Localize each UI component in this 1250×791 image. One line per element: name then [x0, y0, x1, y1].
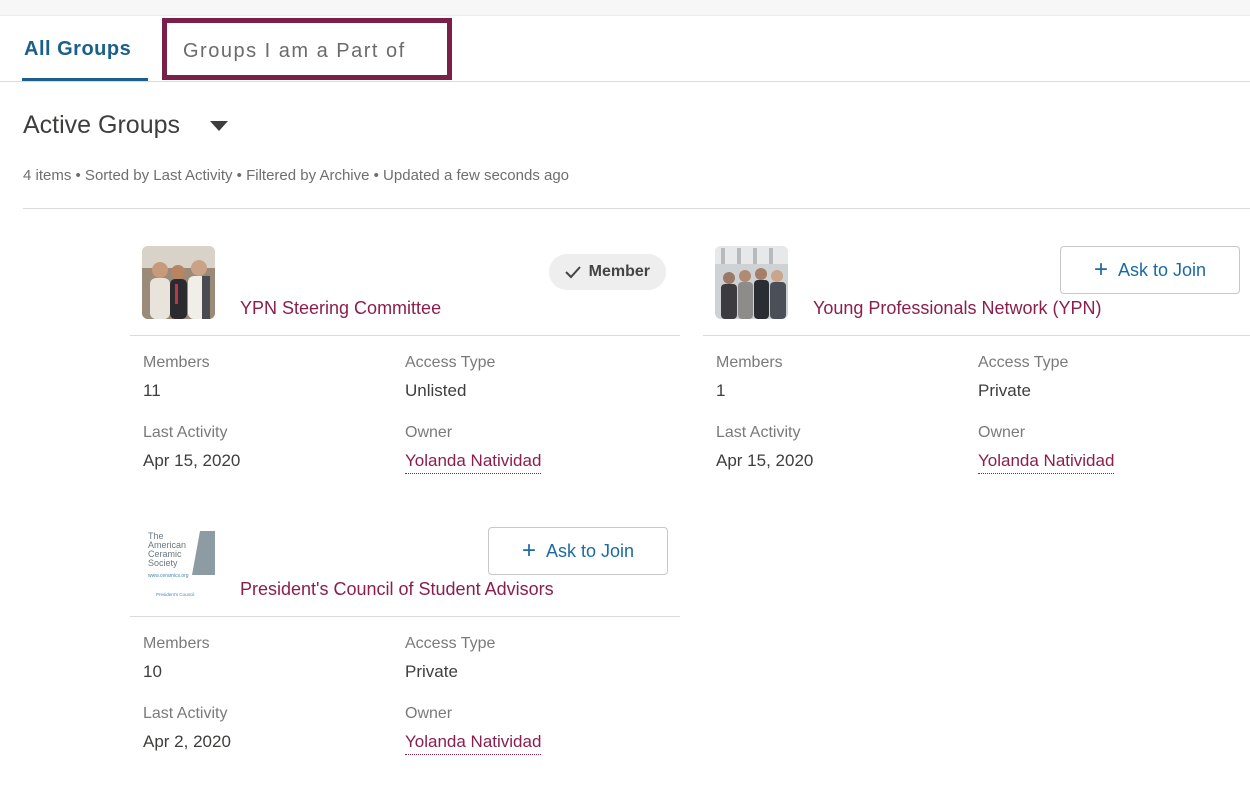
- access-type-label: Access Type: [978, 354, 1069, 371]
- ask-to-join-label: Ask to Join: [1117, 259, 1207, 280]
- owner-link[interactable]: Yolanda Natividad: [405, 451, 542, 474]
- tab-groups-i-am-part-of-label: Groups I am a Part of: [183, 40, 406, 62]
- last-activity-value: Apr 15, 2020: [143, 451, 241, 470]
- group-card-ypn-steering: YPN Steering Committee Member Members 11…: [130, 246, 680, 486]
- last-activity-field: Last Activity Apr 15, 2020: [716, 424, 813, 471]
- check-icon: [564, 266, 581, 279]
- last-activity-field: Last Activity Apr 2, 2020: [143, 705, 231, 752]
- ask-to-join-button[interactable]: + Ask to Join: [1060, 246, 1240, 294]
- member-status-badge: Member: [548, 254, 666, 290]
- tab-all-groups[interactable]: All Groups: [24, 38, 131, 61]
- members-label: Members: [716, 354, 783, 371]
- plus-icon: +: [521, 537, 536, 564]
- members-field: Members 10: [143, 635, 210, 682]
- members-value: 10: [143, 662, 162, 681]
- logo-url: www.ceramics.org: [148, 573, 189, 579]
- ask-to-join-label: Ask to Join: [545, 540, 635, 561]
- members-value: 1: [716, 381, 726, 400]
- access-type-label: Access Type: [405, 354, 496, 371]
- group-card-presidents-council: The American Ceramic Society www.ceramic…: [130, 527, 680, 767]
- last-activity-value: Apr 2, 2020: [143, 732, 231, 751]
- logo-caption: President's Council: [156, 592, 194, 597]
- group-name-link[interactable]: President's Council of Student Advisors: [240, 579, 554, 600]
- active-tab-indicator: [22, 78, 148, 81]
- last-activity-label: Last Activity: [143, 705, 228, 722]
- top-strip: [0, 0, 1250, 16]
- list-meta-info: 4 items • Sorted by Last Activity • Filt…: [23, 167, 570, 184]
- plus-icon: +: [1093, 256, 1108, 283]
- group-card-ypn: Young Professionals Network (YPN) + Ask …: [703, 246, 1250, 486]
- owner-label: Owner: [405, 705, 453, 722]
- group-name-link[interactable]: Young Professionals Network (YPN): [813, 298, 1101, 319]
- members-field: Members 1: [716, 354, 783, 401]
- group-photo: [142, 246, 215, 319]
- access-type-field: Access Type Private: [978, 354, 1068, 401]
- group-card-header: The American Ceramic Society www.ceramic…: [130, 527, 680, 617]
- list-view-title[interactable]: Active Groups: [23, 111, 180, 140]
- access-type-value: Unlisted: [405, 381, 467, 400]
- last-activity-label: Last Activity: [143, 424, 228, 441]
- members-label: Members: [143, 635, 210, 652]
- header-divider: [23, 208, 1250, 209]
- access-type-label: Access Type: [405, 635, 496, 652]
- group-photo: [715, 246, 788, 319]
- last-activity-value: Apr 15, 2020: [716, 451, 814, 470]
- access-type-field: Access Type Unlisted: [405, 354, 495, 401]
- members-label: Members: [143, 354, 210, 371]
- group-card-header: YPN Steering Committee Member: [130, 246, 680, 336]
- group-name-link[interactable]: YPN Steering Committee: [240, 298, 441, 319]
- owner-field: Owner Yolanda Natividad: [405, 424, 542, 474]
- owner-label: Owner: [978, 424, 1026, 441]
- members-field: Members 11: [143, 354, 210, 401]
- members-value: 11: [143, 381, 161, 400]
- owner-link[interactable]: Yolanda Natividad: [405, 732, 542, 755]
- owner-field: Owner Yolanda Natividad: [978, 424, 1115, 474]
- access-type-value: Private: [978, 381, 1031, 400]
- tab-groups-i-am-part-of[interactable]: Groups I am a Part of: [162, 18, 452, 80]
- access-type-field: Access Type Private: [405, 635, 495, 682]
- last-activity-label: Last Activity: [716, 424, 801, 441]
- owner-field: Owner Yolanda Natividad: [405, 705, 542, 755]
- group-logo: The American Ceramic Society www.ceramic…: [142, 527, 215, 600]
- caret-down-icon[interactable]: [210, 121, 228, 131]
- ask-to-join-button[interactable]: + Ask to Join: [488, 527, 668, 575]
- owner-link[interactable]: Yolanda Natividad: [978, 451, 1115, 474]
- member-status-label: Member: [588, 263, 650, 280]
- access-type-value: Private: [405, 662, 458, 681]
- logo-line-4: Society: [148, 558, 178, 568]
- tab-bar: All Groups Groups I am a Part of: [0, 16, 1250, 82]
- last-activity-field: Last Activity Apr 15, 2020: [143, 424, 240, 471]
- group-card-header: Young Professionals Network (YPN) + Ask …: [703, 246, 1250, 336]
- owner-label: Owner: [405, 424, 453, 441]
